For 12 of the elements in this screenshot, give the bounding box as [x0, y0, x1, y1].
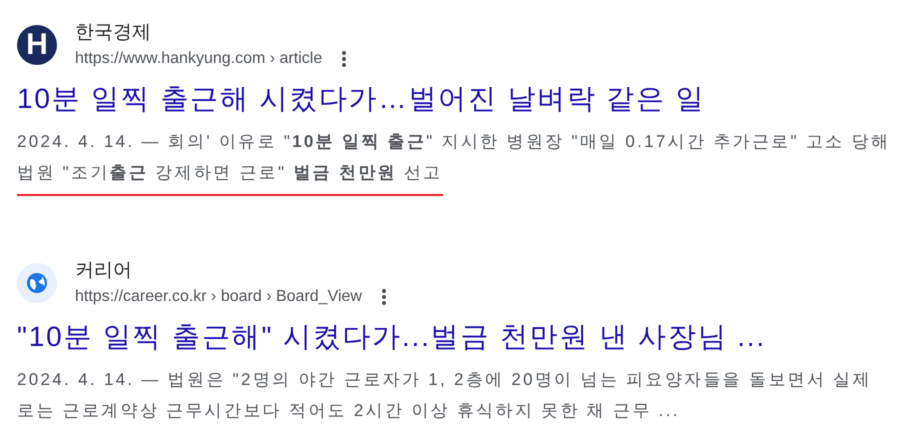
result-title-link[interactable]: 10분 일찍 출근해 시켰다가…벌어진 날벼락 같은 일 [17, 80, 917, 118]
globe-icon [17, 263, 57, 303]
snippet-line: 2024. 4. 14. — 법원은 "2명의 야간 근로자가 1, 2층에 20명이 넘는 피요양자들을 돌보면서 실제 [17, 369, 872, 391]
snippet-line: 로는 근로계약상 근무시간보다 적어도 2시간 이상 휴식하지 못한 채 근무 ... [17, 400, 680, 422]
site-logo: H [17, 25, 57, 65]
snippet-line: 2024. 4. 14. — 회의' 이유로 "10분 일찍 출근" 지시한 병원장 "매일 0.17시간 추가근로" 고소 당해 [17, 131, 890, 153]
site-name: 커리어 [75, 259, 133, 283]
site-url[interactable]: https://career.co.kr › board › Board_View [75, 286, 362, 308]
site-name: 한국경제 [75, 21, 152, 45]
snippet-line: 법원 "조기출근 강제하면 근로" 벌금 천만원 선고 [17, 157, 443, 196]
site-url[interactable]: https://www.hankyung.com › article [75, 48, 322, 70]
result-title-link[interactable]: "10분 일찍 출근해" 시켰다가...벌금 천만원 낸 사장님 ... [17, 318, 917, 356]
